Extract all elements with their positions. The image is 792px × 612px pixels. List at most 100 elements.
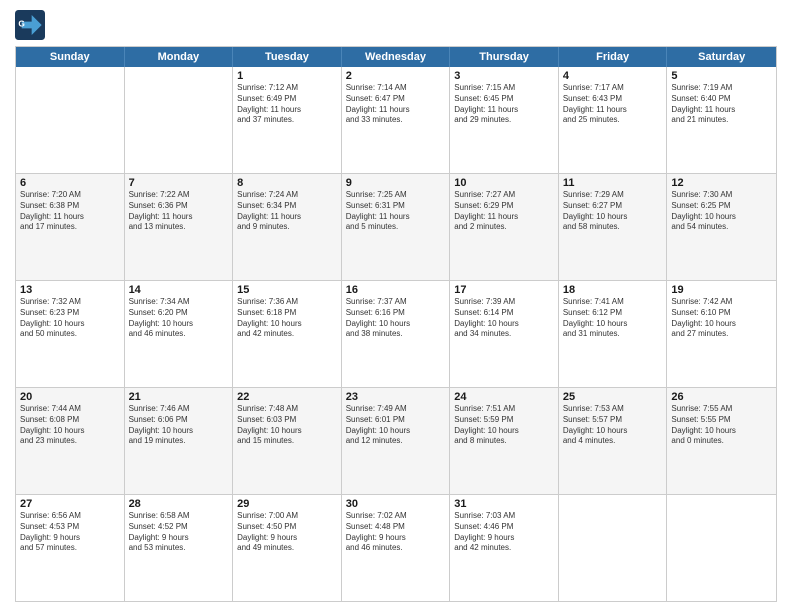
calendar-row-4: 27Sunrise: 6:56 AM Sunset: 4:53 PM Dayli…	[16, 494, 776, 601]
day-number: 26	[671, 391, 772, 403]
cell-detail: Sunrise: 7:17 AM Sunset: 6:43 PM Dayligh…	[563, 83, 663, 126]
calendar-cell: 18Sunrise: 7:41 AM Sunset: 6:12 PM Dayli…	[559, 281, 668, 387]
cell-detail: Sunrise: 7:24 AM Sunset: 6:34 PM Dayligh…	[237, 190, 337, 233]
day-number: 13	[20, 284, 120, 296]
day-number: 9	[346, 177, 446, 189]
calendar-cell: 13Sunrise: 7:32 AM Sunset: 6:23 PM Dayli…	[16, 281, 125, 387]
day-number: 15	[237, 284, 337, 296]
day-number: 2	[346, 70, 446, 82]
cell-detail: Sunrise: 7:39 AM Sunset: 6:14 PM Dayligh…	[454, 297, 554, 340]
cell-detail: Sunrise: 6:56 AM Sunset: 4:53 PM Dayligh…	[20, 511, 120, 554]
day-number: 31	[454, 498, 554, 510]
calendar-cell: 20Sunrise: 7:44 AM Sunset: 6:08 PM Dayli…	[16, 388, 125, 494]
cell-detail: Sunrise: 7:34 AM Sunset: 6:20 PM Dayligh…	[129, 297, 229, 340]
calendar-cell: 27Sunrise: 6:56 AM Sunset: 4:53 PM Dayli…	[16, 495, 125, 601]
cell-detail: Sunrise: 7:46 AM Sunset: 6:06 PM Dayligh…	[129, 404, 229, 447]
calendar-cell: 10Sunrise: 7:27 AM Sunset: 6:29 PM Dayli…	[450, 174, 559, 280]
day-number: 24	[454, 391, 554, 403]
cell-detail: Sunrise: 7:15 AM Sunset: 6:45 PM Dayligh…	[454, 83, 554, 126]
calendar-cell: 31Sunrise: 7:03 AM Sunset: 4:46 PM Dayli…	[450, 495, 559, 601]
cell-detail: Sunrise: 7:53 AM Sunset: 5:57 PM Dayligh…	[563, 404, 663, 447]
calendar-row-2: 13Sunrise: 7:32 AM Sunset: 6:23 PM Dayli…	[16, 280, 776, 387]
day-number: 20	[20, 391, 120, 403]
calendar-cell: 6Sunrise: 7:20 AM Sunset: 6:38 PM Daylig…	[16, 174, 125, 280]
calendar-body: 1Sunrise: 7:12 AM Sunset: 6:49 PM Daylig…	[16, 67, 776, 601]
day-number: 16	[346, 284, 446, 296]
calendar-cell: 16Sunrise: 7:37 AM Sunset: 6:16 PM Dayli…	[342, 281, 451, 387]
calendar-cell	[667, 495, 776, 601]
day-number: 12	[671, 177, 772, 189]
day-header-friday: Friday	[559, 47, 668, 67]
header: G	[15, 10, 777, 40]
cell-detail: Sunrise: 7:42 AM Sunset: 6:10 PM Dayligh…	[671, 297, 772, 340]
calendar-cell: 25Sunrise: 7:53 AM Sunset: 5:57 PM Dayli…	[559, 388, 668, 494]
day-number: 28	[129, 498, 229, 510]
day-number: 8	[237, 177, 337, 189]
day-header-thursday: Thursday	[450, 47, 559, 67]
calendar-header: SundayMondayTuesdayWednesdayThursdayFrid…	[16, 47, 776, 67]
calendar-cell: 3Sunrise: 7:15 AM Sunset: 6:45 PM Daylig…	[450, 67, 559, 173]
day-header-wednesday: Wednesday	[342, 47, 451, 67]
calendar-cell: 7Sunrise: 7:22 AM Sunset: 6:36 PM Daylig…	[125, 174, 234, 280]
calendar-cell: 26Sunrise: 7:55 AM Sunset: 5:55 PM Dayli…	[667, 388, 776, 494]
calendar-cell: 2Sunrise: 7:14 AM Sunset: 6:47 PM Daylig…	[342, 67, 451, 173]
day-number: 11	[563, 177, 663, 189]
cell-detail: Sunrise: 7:20 AM Sunset: 6:38 PM Dayligh…	[20, 190, 120, 233]
calendar-cell: 22Sunrise: 7:48 AM Sunset: 6:03 PM Dayli…	[233, 388, 342, 494]
day-number: 25	[563, 391, 663, 403]
day-number: 21	[129, 391, 229, 403]
day-number: 10	[454, 177, 554, 189]
logo: G	[15, 10, 49, 40]
calendar-row-0: 1Sunrise: 7:12 AM Sunset: 6:49 PM Daylig…	[16, 67, 776, 173]
calendar-row-1: 6Sunrise: 7:20 AM Sunset: 6:38 PM Daylig…	[16, 173, 776, 280]
calendar-row-3: 20Sunrise: 7:44 AM Sunset: 6:08 PM Dayli…	[16, 387, 776, 494]
calendar-cell: 24Sunrise: 7:51 AM Sunset: 5:59 PM Dayli…	[450, 388, 559, 494]
cell-detail: Sunrise: 7:29 AM Sunset: 6:27 PM Dayligh…	[563, 190, 663, 233]
calendar-cell: 30Sunrise: 7:02 AM Sunset: 4:48 PM Dayli…	[342, 495, 451, 601]
day-number: 6	[20, 177, 120, 189]
calendar-cell: 28Sunrise: 6:58 AM Sunset: 4:52 PM Dayli…	[125, 495, 234, 601]
cell-detail: Sunrise: 7:51 AM Sunset: 5:59 PM Dayligh…	[454, 404, 554, 447]
cell-detail: Sunrise: 6:58 AM Sunset: 4:52 PM Dayligh…	[129, 511, 229, 554]
cell-detail: Sunrise: 7:02 AM Sunset: 4:48 PM Dayligh…	[346, 511, 446, 554]
day-number: 7	[129, 177, 229, 189]
calendar-cell: 14Sunrise: 7:34 AM Sunset: 6:20 PM Dayli…	[125, 281, 234, 387]
cell-detail: Sunrise: 7:41 AM Sunset: 6:12 PM Dayligh…	[563, 297, 663, 340]
day-number: 14	[129, 284, 229, 296]
calendar: SundayMondayTuesdayWednesdayThursdayFrid…	[15, 46, 777, 602]
cell-detail: Sunrise: 7:27 AM Sunset: 6:29 PM Dayligh…	[454, 190, 554, 233]
cell-detail: Sunrise: 7:12 AM Sunset: 6:49 PM Dayligh…	[237, 83, 337, 126]
day-number: 5	[671, 70, 772, 82]
svg-text:G: G	[18, 19, 24, 29]
calendar-cell: 21Sunrise: 7:46 AM Sunset: 6:06 PM Dayli…	[125, 388, 234, 494]
day-number: 4	[563, 70, 663, 82]
cell-detail: Sunrise: 7:36 AM Sunset: 6:18 PM Dayligh…	[237, 297, 337, 340]
calendar-cell	[559, 495, 668, 601]
cell-detail: Sunrise: 7:32 AM Sunset: 6:23 PM Dayligh…	[20, 297, 120, 340]
day-number: 3	[454, 70, 554, 82]
cell-detail: Sunrise: 7:19 AM Sunset: 6:40 PM Dayligh…	[671, 83, 772, 126]
cell-detail: Sunrise: 7:00 AM Sunset: 4:50 PM Dayligh…	[237, 511, 337, 554]
calendar-cell: 8Sunrise: 7:24 AM Sunset: 6:34 PM Daylig…	[233, 174, 342, 280]
cell-detail: Sunrise: 7:14 AM Sunset: 6:47 PM Dayligh…	[346, 83, 446, 126]
day-header-tuesday: Tuesday	[233, 47, 342, 67]
day-number: 18	[563, 284, 663, 296]
day-number: 1	[237, 70, 337, 82]
cell-detail: Sunrise: 7:48 AM Sunset: 6:03 PM Dayligh…	[237, 404, 337, 447]
logo-icon: G	[15, 10, 45, 40]
calendar-cell: 9Sunrise: 7:25 AM Sunset: 6:31 PM Daylig…	[342, 174, 451, 280]
day-number: 22	[237, 391, 337, 403]
calendar-cell: 1Sunrise: 7:12 AM Sunset: 6:49 PM Daylig…	[233, 67, 342, 173]
cell-detail: Sunrise: 7:25 AM Sunset: 6:31 PM Dayligh…	[346, 190, 446, 233]
calendar-cell: 11Sunrise: 7:29 AM Sunset: 6:27 PM Dayli…	[559, 174, 668, 280]
calendar-cell: 5Sunrise: 7:19 AM Sunset: 6:40 PM Daylig…	[667, 67, 776, 173]
cell-detail: Sunrise: 7:37 AM Sunset: 6:16 PM Dayligh…	[346, 297, 446, 340]
day-header-monday: Monday	[125, 47, 234, 67]
day-number: 23	[346, 391, 446, 403]
day-header-saturday: Saturday	[667, 47, 776, 67]
day-number: 30	[346, 498, 446, 510]
cell-detail: Sunrise: 7:30 AM Sunset: 6:25 PM Dayligh…	[671, 190, 772, 233]
calendar-cell: 17Sunrise: 7:39 AM Sunset: 6:14 PM Dayli…	[450, 281, 559, 387]
calendar-cell: 4Sunrise: 7:17 AM Sunset: 6:43 PM Daylig…	[559, 67, 668, 173]
calendar-cell: 29Sunrise: 7:00 AM Sunset: 4:50 PM Dayli…	[233, 495, 342, 601]
